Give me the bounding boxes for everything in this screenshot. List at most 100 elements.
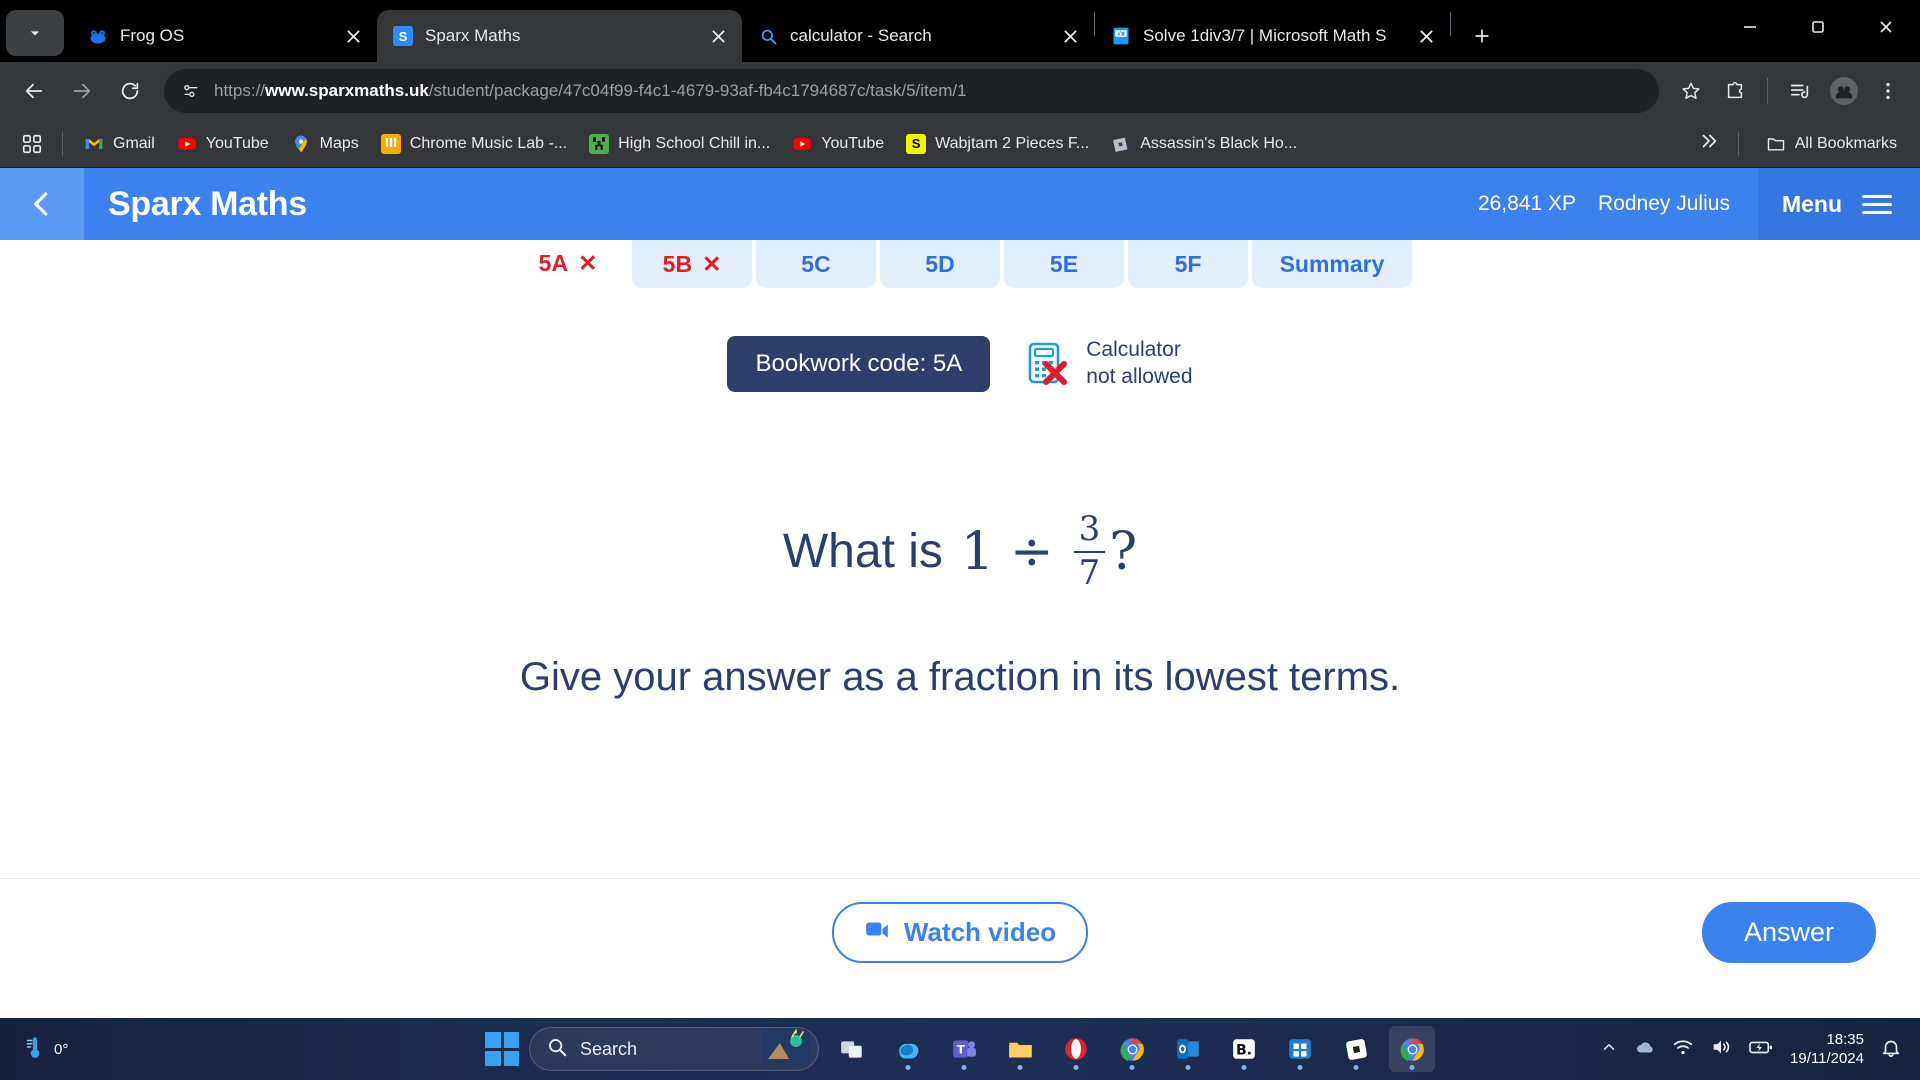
question-dividend: 1 bbox=[960, 521, 994, 582]
battery-icon[interactable] bbox=[1748, 1036, 1774, 1063]
back-button[interactable] bbox=[12, 69, 56, 113]
exercise-tab-5b[interactable]: 5B ✕ bbox=[632, 240, 752, 288]
tab-title: Frog OS bbox=[120, 26, 185, 45]
music-lab-icon bbox=[380, 133, 401, 154]
tab-close-button[interactable] bbox=[1056, 22, 1084, 50]
minimize-button[interactable] bbox=[1716, 0, 1784, 54]
maps-icon bbox=[291, 134, 311, 154]
app-running-indicator bbox=[1409, 1065, 1415, 1070]
sparx-page: Sparx Maths 26,841 XP Rodney Julius Menu… bbox=[0, 168, 1920, 986]
weather-temperature: 0° bbox=[54, 1040, 69, 1058]
browser-tab-sparx-maths[interactable]: S Sparx Maths bbox=[377, 10, 742, 62]
opera-icon[interactable] bbox=[1053, 1026, 1099, 1072]
copilot-icon[interactable] bbox=[885, 1026, 931, 1072]
tab-close-button[interactable] bbox=[1412, 22, 1440, 50]
bookmark-high-school-chill[interactable]: High School Chill in... bbox=[580, 129, 779, 159]
bookmark-youtube-1[interactable]: YouTube bbox=[168, 129, 278, 159]
bookmark-wabjtam[interactable]: S Wabjtam 2 Pieces F... bbox=[897, 129, 1098, 159]
browser-tab-calculator-search[interactable]: calculator - Search bbox=[742, 10, 1094, 62]
folder-icon bbox=[1766, 134, 1786, 154]
arrow-left-icon bbox=[25, 83, 43, 99]
watch-video-button[interactable]: Watch video bbox=[831, 902, 1089, 963]
exercise-tab-summary[interactable]: Summary bbox=[1252, 240, 1412, 288]
bookmark-all-bookmarks[interactable]: All Bookmarks bbox=[1757, 129, 1906, 159]
start-button[interactable] bbox=[485, 1032, 519, 1066]
exercise-tab-5f[interactable]: 5F bbox=[1128, 240, 1248, 288]
minimize-icon bbox=[1744, 26, 1756, 28]
frog-icon bbox=[88, 26, 108, 46]
bookwork-row: Bookwork code: 5A Calculator not allowed bbox=[0, 336, 1920, 392]
exercise-tab-5c[interactable]: 5C bbox=[756, 240, 876, 288]
reload-button[interactable] bbox=[108, 69, 152, 113]
bookmark-label: Assassin's Black Ho... bbox=[1140, 134, 1298, 152]
browser-tab-microsoft-math[interactable]: √x Solve 1div3/7 | Microsoft Math S bbox=[1095, 10, 1450, 62]
taskbar-search-box[interactable]: Search bbox=[529, 1027, 819, 1071]
bookmark-maps[interactable]: Maps bbox=[282, 129, 368, 159]
microsoft-store-icon[interactable] bbox=[1277, 1026, 1323, 1072]
bing-search-icon bbox=[758, 26, 778, 46]
bookmark-star-button[interactable] bbox=[1671, 71, 1711, 111]
exercise-tabs: 5A ✕ 5B ✕ 5C 5D 5E 5F Summary bbox=[0, 240, 1920, 300]
chrome-active-icon[interactable] bbox=[1389, 1026, 1435, 1072]
tab-close-button[interactable] bbox=[704, 22, 732, 50]
outlook-icon[interactable] bbox=[1165, 1026, 1211, 1072]
answer-button[interactable]: Answer bbox=[1701, 902, 1876, 963]
windows-taskbar: 0° Search T B. 18:35 19/11/2024 bbox=[0, 1018, 1920, 1080]
weather-widget[interactable]: 0° bbox=[22, 1034, 68, 1064]
apps-shortcut-button[interactable] bbox=[14, 126, 50, 162]
bitdefender-icon[interactable]: B. bbox=[1221, 1026, 1267, 1072]
roblox-icon[interactable] bbox=[1333, 1026, 1379, 1072]
tray-overflow-chevron-icon[interactable] bbox=[1600, 1038, 1618, 1061]
tab-title: Sparx Maths bbox=[425, 26, 521, 45]
bookmark-label: Wabjtam 2 Pieces F... bbox=[935, 134, 1090, 152]
profile-button[interactable] bbox=[1824, 71, 1864, 111]
chrome-browser-window: Frog OS S Sparx Maths calculator - Searc… bbox=[0, 0, 1920, 1018]
reading-list-button[interactable] bbox=[1780, 71, 1820, 111]
bookmark-label: Chrome Music Lab -... bbox=[409, 134, 568, 152]
reload-icon bbox=[121, 82, 139, 100]
fraction-numerator: 3 bbox=[1078, 509, 1101, 549]
exercise-tab-label: 5F bbox=[1174, 250, 1202, 277]
taskbar-clock[interactable]: 18:35 19/11/2024 bbox=[1790, 1030, 1864, 1069]
bookmark-chrome-music-lab[interactable]: Chrome Music Lab -... bbox=[372, 129, 576, 159]
extensions-button[interactable] bbox=[1715, 71, 1755, 111]
taskbar-center-group: Search T B. bbox=[485, 1026, 1435, 1072]
app-running-indicator bbox=[1185, 1065, 1191, 1070]
sparx-brand-title: Sparx Maths bbox=[108, 184, 307, 223]
browser-tab-frog-os[interactable]: Frog OS bbox=[72, 10, 377, 62]
site-settings-icon[interactable] bbox=[178, 78, 204, 104]
calculator-line-1: Calculator bbox=[1086, 338, 1181, 362]
exercise-tab-5d[interactable]: 5D bbox=[880, 240, 1000, 288]
file-explorer-icon[interactable] bbox=[997, 1026, 1043, 1072]
chevron-left-icon bbox=[34, 192, 48, 216]
onedrive-icon[interactable] bbox=[1634, 1036, 1656, 1063]
new-tab-button[interactable] bbox=[1461, 15, 1503, 57]
chrome-menu-button[interactable] bbox=[1868, 71, 1908, 111]
microsoft-teams-icon[interactable]: T bbox=[941, 1026, 987, 1072]
tab-search-button[interactable] bbox=[6, 10, 64, 56]
window-controls bbox=[1716, 0, 1920, 54]
notifications-bell-icon[interactable] bbox=[1880, 1036, 1902, 1063]
address-bar[interactable]: https://www.sparxmaths.uk/student/packag… bbox=[164, 69, 1659, 113]
bookmark-youtube-2[interactable]: YouTube bbox=[783, 129, 893, 159]
wifi-icon[interactable] bbox=[1672, 1036, 1694, 1063]
task-view-icon[interactable] bbox=[829, 1026, 875, 1072]
url-host: www.sparxmaths.uk bbox=[265, 81, 429, 100]
bookmark-assassins-black-ho[interactable]: Assassin's Black Ho... bbox=[1102, 129, 1306, 159]
google-chrome-icon[interactable] bbox=[1109, 1026, 1155, 1072]
menu-button[interactable]: Menu bbox=[1757, 168, 1920, 240]
close-window-button[interactable] bbox=[1852, 0, 1920, 54]
maximize-button[interactable] bbox=[1784, 0, 1852, 54]
exercise-tab-5e[interactable]: 5E bbox=[1004, 240, 1124, 288]
tab-close-button[interactable] bbox=[339, 22, 367, 50]
forward-button[interactable] bbox=[60, 69, 104, 113]
browser-toolbar: https://www.sparxmaths.uk/student/packag… bbox=[0, 62, 1920, 120]
volume-icon[interactable] bbox=[1710, 1036, 1732, 1063]
exercise-tab-5a[interactable]: 5A ✕ bbox=[508, 240, 628, 300]
page-back-button[interactable] bbox=[0, 168, 84, 240]
puzzle-icon bbox=[1727, 82, 1743, 99]
close-icon bbox=[1880, 21, 1892, 33]
search-illustration-icon bbox=[760, 1028, 812, 1070]
bookmark-gmail[interactable]: Gmail bbox=[75, 129, 164, 159]
bookmarks-overflow-button[interactable] bbox=[1698, 130, 1720, 157]
